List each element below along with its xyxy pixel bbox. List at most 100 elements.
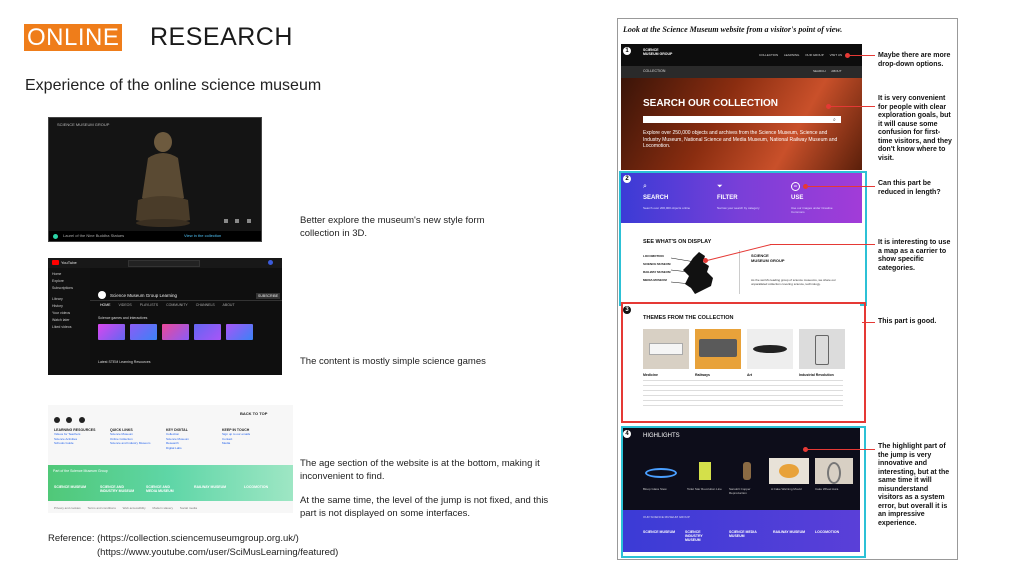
hero-title: SEARCH OUR COLLECTION: [643, 98, 778, 109]
nav-item[interactable]: COLLECTION: [759, 53, 778, 57]
group-heading: Part of the Science Museum Group: [53, 469, 108, 473]
smg-logo[interactable]: SCIENCE MUSEUM GROUP: [643, 48, 673, 56]
legal-link[interactable]: Privacy and cookies: [54, 506, 81, 510]
facebook-icon[interactable]: [54, 417, 60, 423]
nav-item[interactable]: VISIT US: [830, 53, 842, 57]
footer-legal-links: Privacy and cookies Terms and conditions…: [54, 506, 197, 510]
reference-line-1: Reference: (https://collection.sciencemu…: [48, 533, 299, 544]
nav-item[interactable]: LEARNING: [784, 53, 799, 57]
note-dropdown: Maybe there are more drop-down options.: [878, 52, 951, 68]
subnav-search-link[interactable]: SEARCH: [813, 69, 826, 73]
collection-search-input[interactable]: [643, 116, 841, 123]
youtube-logo-text: YouTube: [61, 260, 77, 265]
viewer-controls[interactable]: [224, 210, 252, 223]
top-navigation: SCIENCE MUSEUM GROUP COLLECTION LEARNING…: [621, 44, 862, 66]
museum-logo[interactable]: RAILWAY MUSEUM: [194, 485, 230, 489]
page-subtitle: Experience of the online science museum: [25, 77, 322, 94]
footer-column: QUICK LINKS Science Museum Online Collec…: [110, 428, 164, 446]
hero-description: Explore over 250,000 objects and archive…: [643, 130, 838, 149]
tab-community[interactable]: COMMUNITY: [166, 303, 188, 307]
footer-link[interactable]: Media: [222, 441, 288, 446]
collection-3d-screenshot: SCIENCE MUSEUM GROUP Laurel of the Nine …: [48, 117, 262, 242]
sidebar-item[interactable]: Subscriptions: [52, 285, 90, 292]
sidebar-item[interactable]: Explore: [52, 278, 90, 285]
video-thumbnail[interactable]: [130, 324, 157, 340]
caption-3d: Better explore the museum's new style fo…: [300, 215, 485, 239]
annotation-leader: [807, 449, 875, 450]
video-thumbnail[interactable]: [162, 324, 189, 340]
tab-playlists[interactable]: PLAYLISTS: [140, 303, 158, 307]
twitter-icon[interactable]: [66, 417, 73, 423]
hero-banner: SEARCH OUR COLLECTION ⌕ Explore over 250…: [621, 78, 862, 170]
footer-column: LEARNING RESOURCES Videos for Teachers S…: [54, 428, 108, 446]
section-title: Science games and interactives: [98, 316, 148, 320]
sidebar-item[interactable]: Home: [52, 271, 90, 278]
search-icon[interactable]: ⌕: [833, 117, 836, 123]
youtube-sidebar: Home Explore Subscriptions Library Histo…: [48, 268, 90, 375]
channel-name: Science Museum Group Learning: [110, 293, 178, 298]
sidebar-item[interactable]: History: [52, 303, 90, 310]
caption-footer-2: At the same time, the level of the jump …: [300, 495, 549, 519]
note-highlights: The highlight part of the jump is very i…: [878, 443, 950, 527]
museum-group-band: Part of the Science Museum Group SCIENCE…: [48, 465, 293, 501]
sidebar-item[interactable]: Liked videos: [52, 324, 90, 331]
subnav-links: SEARCH ABOUT: [813, 69, 842, 73]
viewer-footer-text: Laurel of the Nine Buddha Statues: [63, 233, 125, 238]
youtube-logo-icon: [52, 260, 59, 265]
website-footer-screenshot: BACK TO TOP LEARNING RESOURCES Videos fo…: [48, 405, 293, 513]
video-thumbnail[interactable]: [226, 324, 253, 340]
section-number: 1: [623, 47, 631, 55]
video-thumbnail[interactable]: [194, 324, 221, 340]
bottom-caption: Latest STEM Learning Resources: [98, 360, 151, 364]
annotation-leader: [849, 55, 875, 56]
caption-footer-1: The age section of the website is at the…: [300, 458, 540, 482]
tab-divider: [90, 300, 282, 301]
museum-logo[interactable]: SCIENCE MUSEUM: [54, 485, 90, 489]
legal-link[interactable]: Terms and conditions: [87, 506, 115, 510]
main-nav: COLLECTION LEARNING OUR GROUP VISIT US: [759, 53, 842, 57]
tab-channels[interactable]: CHANNELS: [196, 303, 215, 307]
tab-videos[interactable]: VIDEOS: [118, 303, 131, 307]
tab-about[interactable]: ABOUT: [223, 303, 235, 307]
research-label: RESEARCH: [150, 23, 293, 51]
caption-youtube: The content is mostly simple science gam…: [300, 356, 486, 367]
panel-title: Look at the Science Museum website from …: [623, 25, 843, 34]
footer-link[interactable]: Schools Guide: [54, 441, 108, 446]
sidebar-item[interactable]: Your videos: [52, 310, 90, 317]
sidebar-item[interactable]: Watch later: [52, 317, 90, 324]
account-avatar[interactable]: [268, 260, 273, 265]
video-thumbnail[interactable]: [98, 324, 125, 340]
tab-home[interactable]: HOME: [100, 303, 111, 307]
subnav-title[interactable]: COLLECTION: [643, 69, 665, 73]
reference-line-2: (https://www.youtube.com/user/SciMusLear…: [97, 547, 339, 558]
viewer-footer: Laurel of the Nine Buddha Statues View i…: [49, 231, 261, 241]
note-themes: This part is good.: [878, 318, 937, 325]
legal-link[interactable]: Social media: [180, 506, 197, 510]
footer-link[interactable]: Digital Labs: [166, 446, 220, 451]
note-map: It is interesting to use a map as a carr…: [878, 239, 951, 272]
subscribe-button[interactable]: SUBSCRIBE: [256, 293, 281, 299]
note-length: Can this part be reduced in length?: [878, 180, 941, 196]
youtube-search-input[interactable]: [128, 260, 200, 267]
museum-logo[interactable]: LOCOMOTION: [244, 485, 284, 489]
youtube-topbar: YouTube: [48, 258, 282, 268]
legal-link[interactable]: Modern slavery: [152, 506, 173, 510]
annotation-leader: [830, 106, 875, 107]
youtube-channel-screenshot: YouTube Home Explore Subscriptions Libra…: [48, 258, 282, 375]
museum-logo[interactable]: SCIENCE AND INDUSTRY MUSEUM: [100, 485, 136, 493]
instagram-icon[interactable]: [78, 417, 85, 423]
nav-item[interactable]: OUR GROUP: [805, 53, 824, 57]
back-to-top-link[interactable]: BACK TO TOP: [240, 411, 267, 416]
buddha-statue-image: [136, 132, 190, 227]
footer-link[interactable]: Science and Industry Museum: [110, 441, 164, 446]
legal-link[interactable]: Web accessibility: [123, 506, 146, 510]
view-in-collection-link[interactable]: View in the collection: [184, 233, 221, 238]
channel-tabs: HOME VIDEOS PLAYLISTS COMMUNITY CHANNELS…: [100, 303, 235, 307]
subnav-about-link[interactable]: ABOUT: [831, 69, 841, 73]
annotation-leader: [770, 244, 875, 245]
sub-navigation: COLLECTION SEARCH ABOUT: [621, 66, 862, 78]
annotation-leader: [862, 322, 875, 323]
museum-logo[interactable]: SCIENCE AND MEDIA MUSEUM: [146, 485, 182, 493]
sidebar-item[interactable]: Library: [52, 296, 90, 303]
footer-column: KEEP IN TOUCH Sign up to our emails Cont…: [222, 428, 288, 446]
